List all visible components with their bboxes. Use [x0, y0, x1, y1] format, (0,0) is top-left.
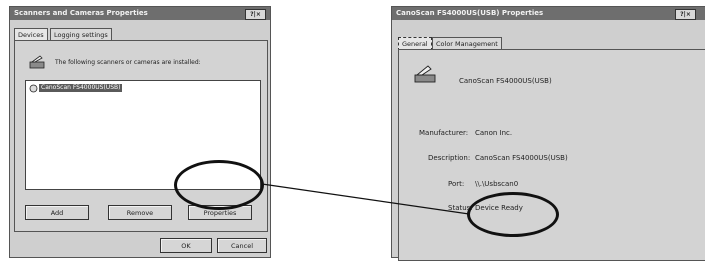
device-list-item[interactable]: CanoScan FS4000US(USB) — [39, 84, 123, 92]
description-label: Description: — [428, 154, 471, 162]
dialog-title: CanoScan FS4000US(USB) Properties — [396, 9, 544, 17]
scanner-icon — [29, 54, 45, 72]
cancel-button[interactable]: Cancel — [217, 238, 267, 253]
manufacturer-label: Manufacturer: — [419, 129, 469, 137]
scanners-cameras-dialog: Scanners and Cameras Properties ?|× Devi… — [9, 6, 271, 258]
remove-button[interactable]: Remove — [108, 205, 172, 220]
port-label: Port: — [448, 180, 465, 188]
scanner-icon — [413, 62, 437, 88]
manufacturer-value: Canon Inc. — [475, 129, 513, 137]
dialog-title-bar: CanoScan FS4000US(USB) Properties ?|× — [392, 7, 705, 20]
dialog-title: Scanners and Cameras Properties — [14, 9, 148, 17]
ok-button[interactable]: OK — [160, 238, 212, 253]
installed-devices-text: The following scanners or cameras are in… — [55, 59, 201, 66]
camera-icon — [29, 84, 38, 95]
dialog-title-bar: Scanners and Cameras Properties ?|× — [10, 7, 270, 20]
close-icon[interactable]: ?|× — [245, 9, 266, 20]
general-panel: CanoScan FS4000US(USB) Manufacturer: Can… — [398, 49, 705, 261]
status-highlight-oval — [467, 192, 559, 237]
port-value: \\.\Usbscan0 — [475, 180, 519, 188]
close-icon[interactable]: ?|× — [675, 9, 696, 20]
add-button[interactable]: Add — [25, 205, 89, 220]
properties-highlight-oval — [174, 160, 264, 210]
device-name: CanoScan FS4000US(USB) — [459, 77, 552, 85]
description-value: CanoScan FS4000US(USB) — [475, 154, 568, 162]
